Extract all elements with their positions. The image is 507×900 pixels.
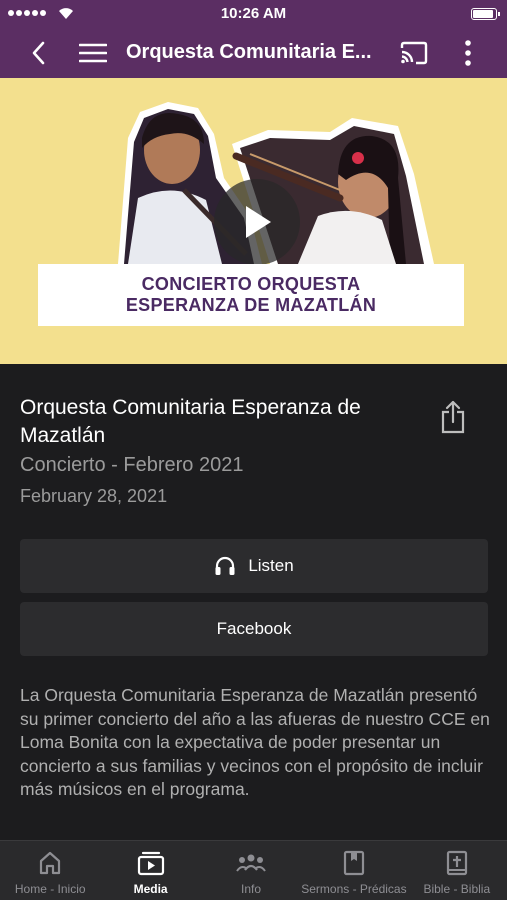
media-subtitle: Concierto - Febrero 2021 (20, 454, 244, 476)
headphones-icon (215, 556, 235, 575)
menu-button[interactable] (76, 28, 110, 78)
tab-media[interactable]: Media (100, 841, 200, 900)
nav-title: Orquesta Comunitaria E... (126, 41, 372, 63)
media-artwork[interactable]: CONCIERTO ORQUESTA ESPERANZA DE MAZATLÁN (0, 78, 507, 364)
back-icon (32, 41, 45, 65)
more-vertical-icon (465, 40, 471, 66)
tab-home-label: Home - Inicio (14, 882, 86, 896)
battery-icon (471, 8, 500, 20)
media-icon (137, 851, 164, 876)
back-button[interactable] (22, 28, 54, 78)
listen-button[interactable]: Listen (20, 539, 488, 593)
banner-line-1: CONCIERTO ORQUESTA (141, 274, 361, 294)
share-icon (441, 400, 465, 434)
people-icon (236, 854, 266, 872)
play-button[interactable] (214, 179, 300, 265)
bible-icon (446, 850, 467, 876)
status-time: 10:26 AM (220, 5, 287, 22)
media-title: Orquesta Comunitaria Esperanza de Mazatl… (20, 396, 361, 447)
tab-sermons[interactable]: Sermons - Prédicas (301, 841, 407, 900)
tab-info-label: Info (241, 882, 262, 896)
tab-sermons-label: Sermons - Prédicas (301, 882, 407, 896)
media-date: February 28, 2021 (20, 486, 168, 506)
play-icon (246, 206, 271, 238)
tab-bar: Home - Inicio Media Info Sermons - Prédi… (0, 840, 507, 900)
nav-bar: Orquesta Comunitaria E... (0, 28, 507, 78)
media-description: La Orquesta Comunitaria Esperanza de Maz… (20, 685, 490, 799)
status-bar: 10:26 AM (0, 0, 507, 28)
cast-icon (400, 41, 428, 65)
tab-bible[interactable]: Bible - Biblia (407, 841, 507, 900)
tab-home[interactable]: Home - Inicio (0, 841, 100, 900)
tab-bible-label: Bible - Biblia (423, 882, 491, 896)
more-options-button[interactable] (456, 28, 480, 78)
tab-info[interactable]: Info (201, 841, 301, 900)
tab-media-label: Media (133, 882, 168, 896)
home-icon (40, 851, 61, 875)
cast-button[interactable] (396, 28, 432, 78)
listen-label: Listen (248, 556, 294, 575)
hamburger-icon (79, 43, 107, 63)
share-button[interactable] (440, 400, 466, 439)
book-icon (343, 850, 365, 876)
facebook-label: Facebook (216, 619, 292, 638)
artwork-banner: CONCIERTO ORQUESTA ESPERANZA DE MAZATLÁN (38, 264, 464, 326)
banner-line-2: ESPERANZA DE MAZATLÁN (125, 295, 377, 315)
facebook-button[interactable]: Facebook (20, 602, 488, 656)
